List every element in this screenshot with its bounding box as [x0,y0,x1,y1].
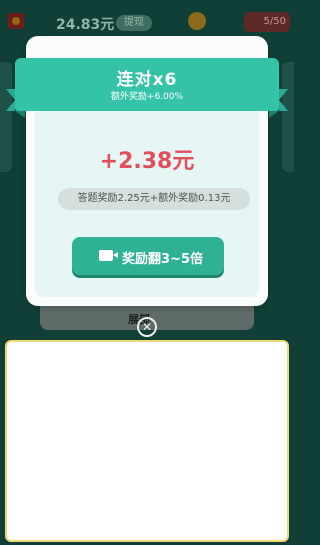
modal-title: 连对x6 [116,70,178,90]
background-card-right [282,62,294,172]
ribbon-tail-right [279,89,288,111]
close-icon[interactable]: ✕ [137,317,157,337]
title-ribbon: 连对x6 额外奖励+6.00% [15,58,279,111]
coin-icon [8,13,24,29]
multiply-reward-button[interactable]: 奖励翻3~5倍 [72,237,224,275]
reward-amount: +2.38元 [99,149,195,174]
top-bar: 24.83元 提现 5/50 [0,0,294,40]
gift-icon[interactable] [188,12,206,30]
ad-panel[interactable] [5,340,289,542]
ribbon-tail-left [6,89,15,111]
modal-subtitle: 额外奖励+6.00% [110,92,184,102]
progress-badge: 5/50 [244,12,290,32]
ribbon-fold-right [269,111,279,118]
reward-detail: 答题奖励2.25元+额外奖励0.13元 [58,188,250,210]
balance-text: 24.83元 [56,17,115,33]
background-card-left [0,62,12,172]
ribbon-fold-left [15,111,25,118]
video-icon [99,250,118,261]
withdraw-button[interactable]: 提现 [116,15,152,31]
multiply-reward-label: 奖励翻3~5倍 [122,252,203,267]
